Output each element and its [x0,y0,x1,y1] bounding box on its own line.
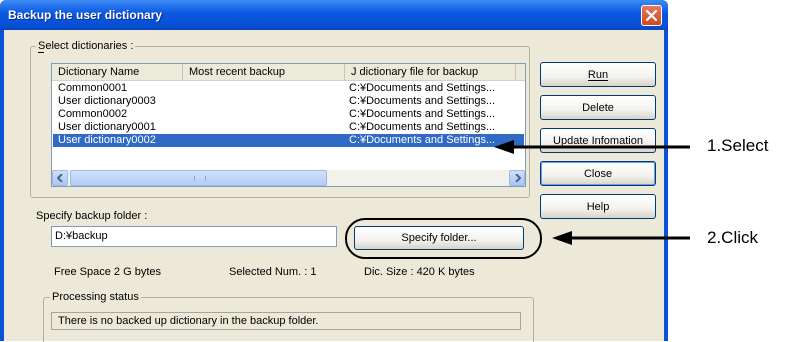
list-item[interactable]: Common0001 C:¥Documents and Settings... [53,82,524,95]
column-header-recent[interactable]: Most recent backup [183,64,345,81]
processing-status-label: Processing status [50,291,141,303]
scrollbar-thumb[interactable] [70,170,327,186]
chevron-left-icon [56,174,63,182]
item-name: User dictionary0001 [58,121,156,133]
callout-click-text: 2.Click [707,228,759,247]
window-title: Backup the user dictionary [8,8,163,22]
dictionary-list[interactable]: Dictionary Name Most recent backup J dic… [51,63,526,187]
item-file: C:¥Documents and Settings... [349,82,496,94]
dic-size-text: Dic. Size : 420 K bytes [364,266,475,278]
item-file: C:¥Documents and Settings... [349,134,496,146]
click-arrow [552,231,690,245]
delete-label: Delete [582,101,614,114]
item-file: C:¥Documents and Settings... [349,121,496,133]
item-name: Common0001 [58,82,128,94]
horizontal-scrollbar[interactable] [52,170,525,186]
run-button[interactable]: Run [540,62,656,87]
callout-arrows [494,140,690,245]
scroll-left-button[interactable] [52,170,68,186]
backup-folder-label: Specify backup folder : [36,210,148,222]
thumb-grip [194,176,206,181]
close-window-button[interactable] [641,5,662,26]
item-name: User dictionary0003 [58,95,156,107]
select-dictionaries-label: Select dictionaries : [36,40,136,52]
column-header-file[interactable]: J dictionary file for backup [345,64,516,81]
item-name: Common0002 [58,108,128,120]
delete-button[interactable]: Delete [540,95,656,120]
list-item[interactable]: User dictionary0003 C:¥Documents and Set… [53,95,524,108]
select-arrow [494,140,690,154]
close-icon [646,10,657,21]
callout-select-text: 1.Select [707,136,769,155]
item-file: C:¥Documents and Settings... [349,95,496,107]
item-file: C:¥Documents and Settings... [349,108,496,120]
list-item-selected[interactable]: User dictionary0002 C:¥Documents and Set… [53,134,524,147]
processing-status-message: There is no backed up dictionary in the … [51,312,521,330]
column-header-filler [516,64,525,81]
mnemonic-underline [38,52,44,53]
free-space-text: Free Space 2 G bytes [54,266,161,278]
list-item[interactable]: User dictionary0001 C:¥Documents and Set… [53,121,524,134]
item-name: User dictionary0002 [58,134,156,146]
run-label: Run [587,68,609,81]
selected-num-text: Selected Num. : 1 [229,266,317,278]
backup-folder-field[interactable]: D:¥backup [51,226,337,247]
list-item[interactable]: Common0002 C:¥Documents and Settings... [53,108,524,121]
column-header-name[interactable]: Dictionary Name [52,64,183,81]
